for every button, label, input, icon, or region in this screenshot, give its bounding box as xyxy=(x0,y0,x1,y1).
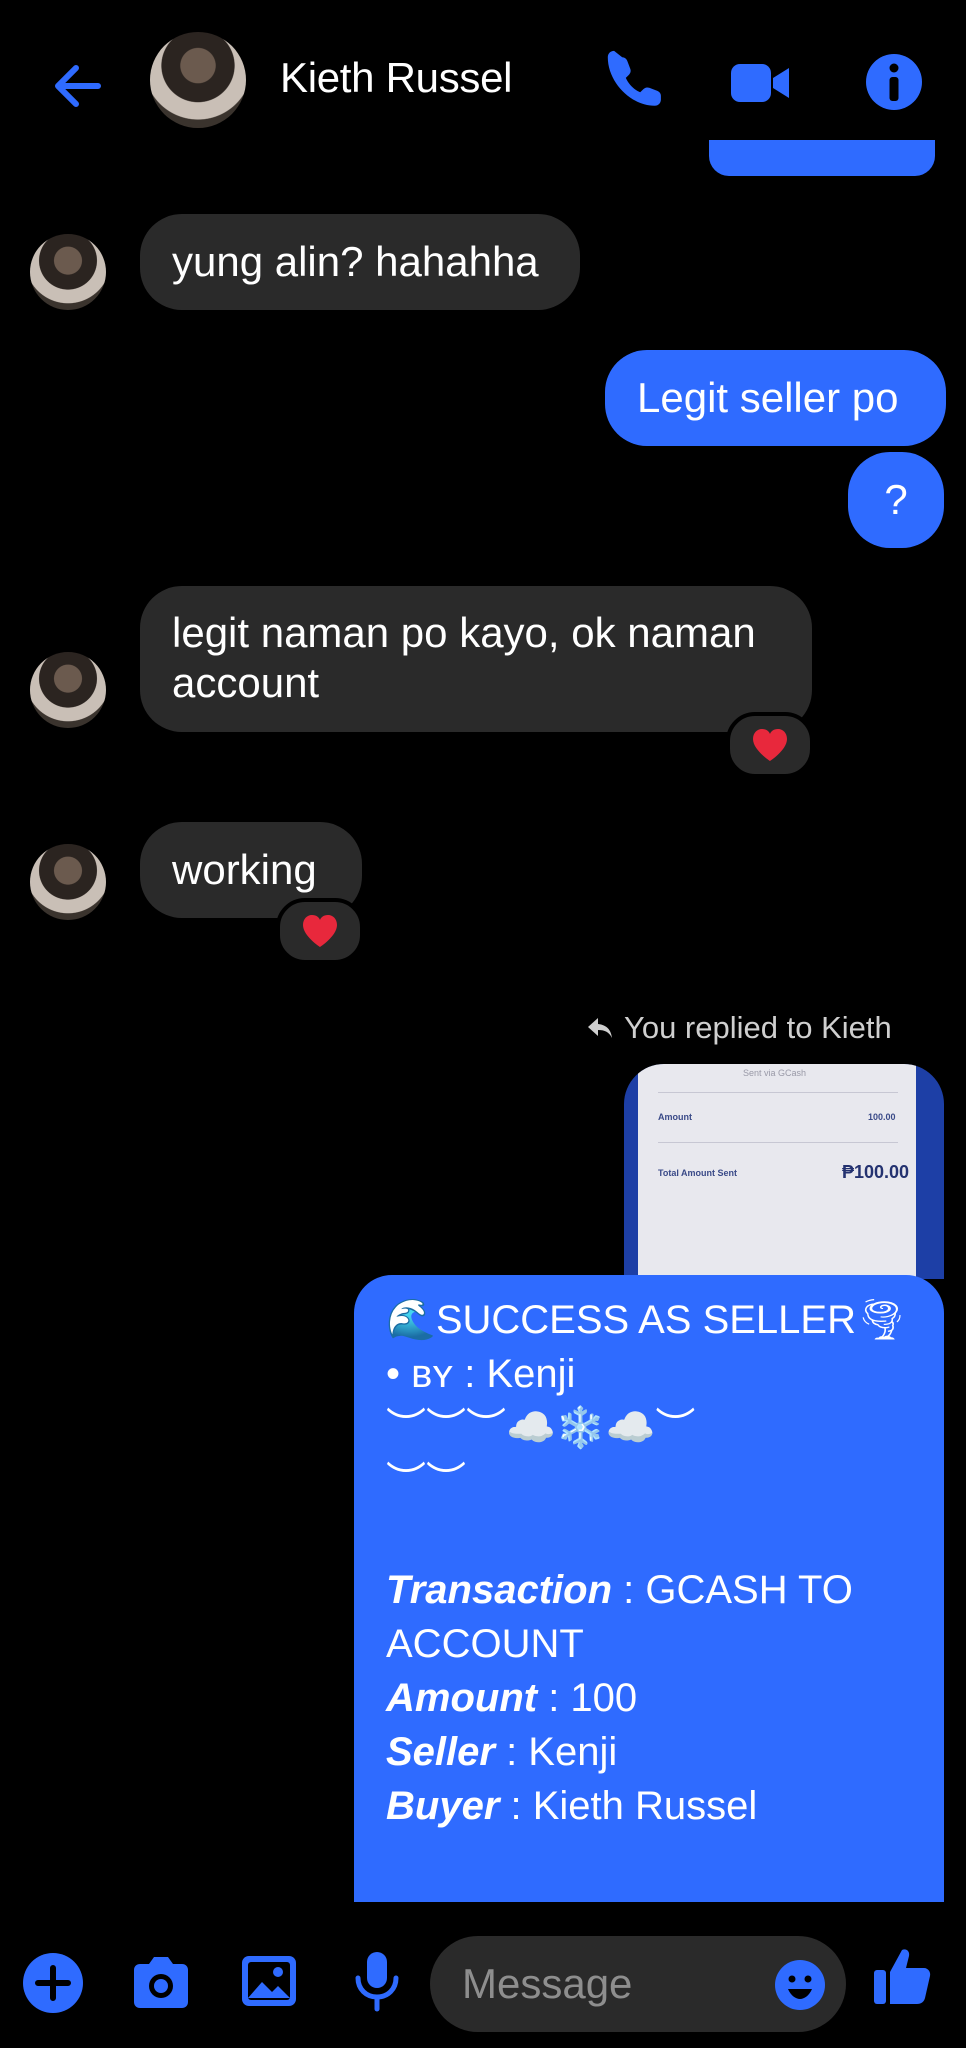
transaction-row: Transaction : GCASH TO xyxy=(386,1563,912,1617)
card-title-row: 🌊SUCCESS AS SELLER🌪 xyxy=(386,1293,912,1347)
seller-value: : Kenji xyxy=(494,1730,618,1774)
buyer-row: Buyer : Kieth Russel xyxy=(386,1779,912,1833)
by-prefix: • ʙʏ : xyxy=(386,1352,487,1396)
transaction-value: : GCASH TO xyxy=(612,1568,853,1612)
receipt-amount-label: Amount xyxy=(658,1112,692,1122)
emoji-icon[interactable] xyxy=(773,1958,827,2012)
reaction-heart[interactable] xyxy=(726,712,814,778)
receipt-total-value: ₱100.00 xyxy=(842,1162,910,1182)
by-name: Kenji xyxy=(486,1352,576,1396)
incoming-message[interactable]: yung alin? hahahha xyxy=(140,214,580,310)
avatar[interactable] xyxy=(30,844,106,920)
amount-value: : 100 xyxy=(537,1676,638,1720)
decoration-line: ︶︶︶☁️❄️☁️︶ xyxy=(386,1406,696,1450)
avatar[interactable] xyxy=(30,234,106,310)
info-icon[interactable] xyxy=(862,50,926,114)
plus-icon[interactable] xyxy=(20,1950,86,2016)
transaction-label: Transaction xyxy=(386,1568,612,1612)
thumbs-up-icon[interactable] xyxy=(872,1944,932,2008)
buyer-value: : Kieth Russel xyxy=(499,1784,758,1828)
amount-row: Amount : 100 xyxy=(386,1671,912,1725)
receipt-screenshot: Sent via GCash Amount 100.00 Total Amoun… xyxy=(638,1064,916,1279)
message-text: account xyxy=(172,659,320,706)
decoration-line: ︶︶ xyxy=(386,1460,466,1504)
video-camera-icon[interactable] xyxy=(728,52,792,116)
buyer-label: Buyer xyxy=(386,1784,500,1828)
transaction-value-cont: ACCOUNT xyxy=(386,1622,584,1666)
wave-icon: 🌊 xyxy=(386,1298,436,1342)
avatar[interactable] xyxy=(30,652,106,728)
message-text: working xyxy=(172,846,317,893)
contact-name[interactable]: Kieth Russel xyxy=(280,54,512,102)
microphone-icon[interactable] xyxy=(344,1948,410,2014)
card-title: SUCCESS AS SELLER xyxy=(435,1298,856,1342)
reaction-heart[interactable] xyxy=(276,898,364,964)
receipt-total-label: Total Amount Sent xyxy=(658,1168,737,1178)
previous-message-edge xyxy=(709,140,935,176)
tornado-icon: 🌪 xyxy=(856,1298,907,1342)
avatar[interactable] xyxy=(150,32,246,128)
incoming-message[interactable]: legit naman po kayo, ok naman account xyxy=(140,586,812,732)
message-text: Legit seller po xyxy=(637,374,899,421)
message-placeholder: Message xyxy=(462,1960,633,2007)
reply-arrow-icon xyxy=(588,1018,612,1038)
outgoing-message[interactable]: Legit seller po xyxy=(605,350,946,446)
amount-label: Amount xyxy=(386,1676,538,1720)
receipt-header: Sent via GCash xyxy=(743,1068,807,1078)
phone-icon[interactable] xyxy=(604,50,668,114)
reply-indicator: You replied to Kieth xyxy=(586,1010,892,1046)
image-icon[interactable] xyxy=(236,1948,302,2014)
back-arrow-icon[interactable] xyxy=(44,52,112,120)
card-by-row: • ʙʏ : Kenji xyxy=(386,1347,912,1401)
reply-note-text: You replied to Kieth xyxy=(624,1010,892,1045)
heart-icon xyxy=(753,729,787,761)
quoted-receipt-image[interactable]: Sent via GCash Amount 100.00 Total Amoun… xyxy=(624,1064,944,1279)
receipt-amount-value: 100.00 xyxy=(868,1112,896,1122)
seller-label: Seller xyxy=(386,1730,495,1774)
heart-icon xyxy=(303,915,337,947)
message-text: yung alin? hahahha xyxy=(172,238,539,285)
camera-icon[interactable] xyxy=(128,1950,194,2016)
seller-row: Seller : Kenji xyxy=(386,1725,912,1779)
outgoing-message-seller-card[interactable]: 🌊SUCCESS AS SELLER🌪 • ʙʏ : Kenji ︶︶︶☁️❄️… xyxy=(354,1275,944,1902)
outgoing-message[interactable]: ? xyxy=(848,452,944,548)
message-text: legit naman po kayo, ok naman xyxy=(172,609,756,656)
message-text: ? xyxy=(884,476,908,523)
